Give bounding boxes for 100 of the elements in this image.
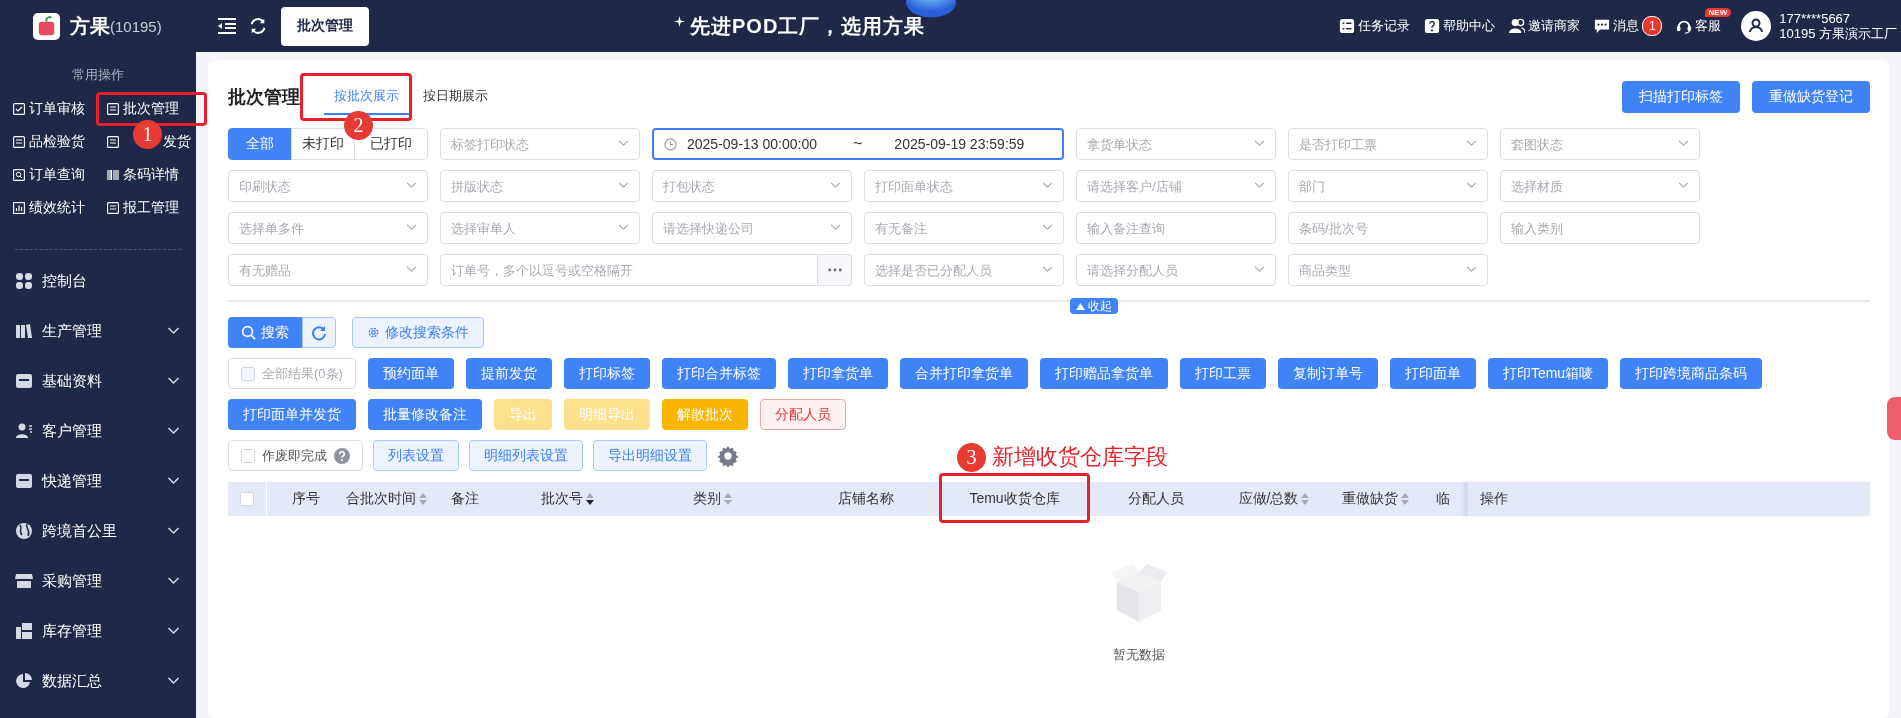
action-button[interactable]: 打印合并标签 <box>661 358 776 389</box>
menu-item[interactable]: 库存管理 <box>0 606 196 656</box>
chevron-icon <box>1678 182 1689 189</box>
input-field[interactable]: 条码/批次号 <box>1288 212 1488 244</box>
column-header: 分配人员 <box>1127 490 1184 508</box>
header-link[interactable]: 客服 <box>1676 17 1722 35</box>
action-button[interactable]: 预约面单 <box>367 358 454 389</box>
select-field[interactable]: 选择审单人 <box>440 212 640 244</box>
menu-item[interactable]: 采购管理 <box>0 556 196 606</box>
header-link[interactable]: 邀请商家 <box>1509 17 1581 35</box>
help-tab[interactable] <box>1887 397 1901 440</box>
edit-conditions-button[interactable]: 修改搜索条件 <box>352 317 484 348</box>
select-field[interactable]: 选择单多件 <box>228 212 428 244</box>
pie-chart-icon <box>15 672 33 690</box>
select-field[interactable]: 拿货单状态 <box>1076 128 1276 160</box>
select-field[interactable]: 部门 <box>1288 170 1488 202</box>
chevron-icon <box>1254 182 1265 189</box>
action-button[interactable]: 打印面单 <box>1389 358 1476 389</box>
quick-link[interactable]: 报工管理 <box>107 197 179 219</box>
quick-link[interactable]: 条码详情 <box>107 164 179 186</box>
chevron-icon <box>406 182 417 189</box>
input-field[interactable]: 输入类别 <box>1500 212 1700 244</box>
menu-item[interactable]: 基础资料 <box>0 356 196 406</box>
select-field[interactable]: 请选择快递公司 <box>652 212 852 244</box>
action-button[interactable]: 打印拿货单 <box>787 358 888 389</box>
document-icon <box>13 169 25 181</box>
menu-item[interactable]: 数据汇总 <box>0 656 196 706</box>
action-button[interactable]: 打印赠品拿货单 <box>1039 358 1168 389</box>
menu-item[interactable]: 客户管理 <box>0 406 196 456</box>
checkbox[interactable] <box>240 492 254 506</box>
globe-icon <box>15 522 33 540</box>
view-tab[interactable]: 按日期展示 <box>413 79 498 115</box>
select-field[interactable]: 有无备注 <box>864 212 1064 244</box>
select-field[interactable]: 打印面单状态 <box>864 170 1064 202</box>
select-field[interactable]: 套图状态 <box>1500 128 1700 160</box>
header-link[interactable]: 消息 <box>1594 17 1640 35</box>
list-icon <box>1339 18 1356 34</box>
gear-icon[interactable] <box>717 444 739 467</box>
filter-tab[interactable]: 未打印 <box>291 128 355 160</box>
search-button[interactable]: 搜索 <box>228 317 302 348</box>
settings-button[interactable]: 明细列表设置 <box>469 440 583 471</box>
action-button[interactable]: 打印面单并发货 <box>228 399 356 430</box>
quick-link[interactable]: 订单审核 <box>13 98 85 120</box>
input-field[interactable]: 输入备注查询 <box>1076 212 1276 244</box>
sort-icon[interactable] <box>586 493 594 505</box>
action-button[interactable]: 合并打印拿货单 <box>899 358 1028 389</box>
chevron-icon <box>618 140 629 147</box>
menu-item[interactable]: 控制台 <box>0 256 196 306</box>
menu-item[interactable]: 生产管理 <box>0 306 196 356</box>
filter-tab[interactable]: 全部 <box>228 128 292 160</box>
user-org: 10195 方果演示工厂 <box>1779 26 1897 41</box>
date-range-field[interactable]: 2025-09-13 00:00:00 ~ 2025-09-19 23:59:59 <box>652 128 1064 160</box>
quick-link[interactable]: 批次管理 <box>107 98 179 120</box>
chevron-icon <box>406 266 417 273</box>
people-icon <box>1509 18 1526 34</box>
header-link[interactable]: 任务记录 <box>1339 17 1411 35</box>
column-header: Temu收货仓库 <box>969 490 1060 508</box>
menu-item[interactable]: 跨境首公里 <box>0 506 196 556</box>
quick-link[interactable]: 发货 <box>163 131 191 153</box>
select-field[interactable]: 标签打印状态 <box>440 128 640 160</box>
annotation-note: 新增收货仓库字段 <box>992 443 1168 471</box>
select-field[interactable]: 商品类型 <box>1288 254 1488 286</box>
action-button[interactable]: 复制订单号 <box>1277 358 1378 389</box>
quick-link[interactable]: 订单查询 <box>13 164 85 186</box>
select-field[interactable]: 请选择客户/店铺 <box>1076 170 1276 202</box>
avatar-icon[interactable] <box>1741 11 1772 41</box>
settings-button[interactable]: 导出明细设置 <box>593 440 707 471</box>
checkbox[interactable]: 作废即完成 <box>228 440 363 471</box>
action-button[interactable]: 扫描打印标签 <box>1622 81 1740 113</box>
quick-link[interactable]: 品检验货 <box>13 131 85 153</box>
select-field[interactable]: 打包状态 <box>652 170 852 202</box>
select-field[interactable]: 请选择分配人员 <box>1076 254 1276 286</box>
refresh-icon[interactable] <box>248 17 268 35</box>
action-button[interactable]: 重做缺货登记 <box>1752 81 1870 113</box>
input-field[interactable]: 订单号，多个以逗号或空格隔开 <box>440 254 818 286</box>
action-button[interactable]: 打印工票 <box>1179 358 1266 389</box>
action-button[interactable]: 打印跨境商品条码 <box>1620 358 1763 389</box>
collapse-button[interactable]: 收起 <box>1070 298 1118 314</box>
select-field[interactable]: 拼版状态 <box>440 170 640 202</box>
settings-button[interactable]: 列表设置 <box>373 440 459 471</box>
select-field[interactable]: 选择材质 <box>1500 170 1700 202</box>
menu-item[interactable]: 快递管理 <box>0 456 196 506</box>
action-button[interactable]: 打印标签 <box>563 358 650 389</box>
action-button[interactable]: 批量修改备注 <box>368 399 482 430</box>
select-field[interactable]: 印刷状态 <box>228 170 428 202</box>
sparkle-icon <box>674 15 685 27</box>
chevron-icon <box>1254 266 1265 273</box>
menu-icon[interactable] <box>217 17 237 35</box>
select-field[interactable]: 有无赠品 <box>228 254 428 286</box>
page-tab[interactable]: 批次管理 <box>281 6 369 46</box>
action-button[interactable]: 提前发货 <box>465 358 552 389</box>
quick-link[interactable]: 绩效统计 <box>13 197 85 219</box>
action-button[interactable]: 分配人员 <box>760 399 846 430</box>
select-field[interactable]: 选择是否已分配人员 <box>864 254 1064 286</box>
header-link[interactable]: 帮助中心 <box>1424 17 1496 35</box>
action-button[interactable]: 打印Temu箱唛 <box>1487 358 1609 389</box>
glow-decoration <box>906 0 956 18</box>
reset-button[interactable] <box>302 317 336 348</box>
select-field[interactable]: 是否打印工票 <box>1288 128 1488 160</box>
column-header: 应做/总数 <box>1238 490 1299 508</box>
